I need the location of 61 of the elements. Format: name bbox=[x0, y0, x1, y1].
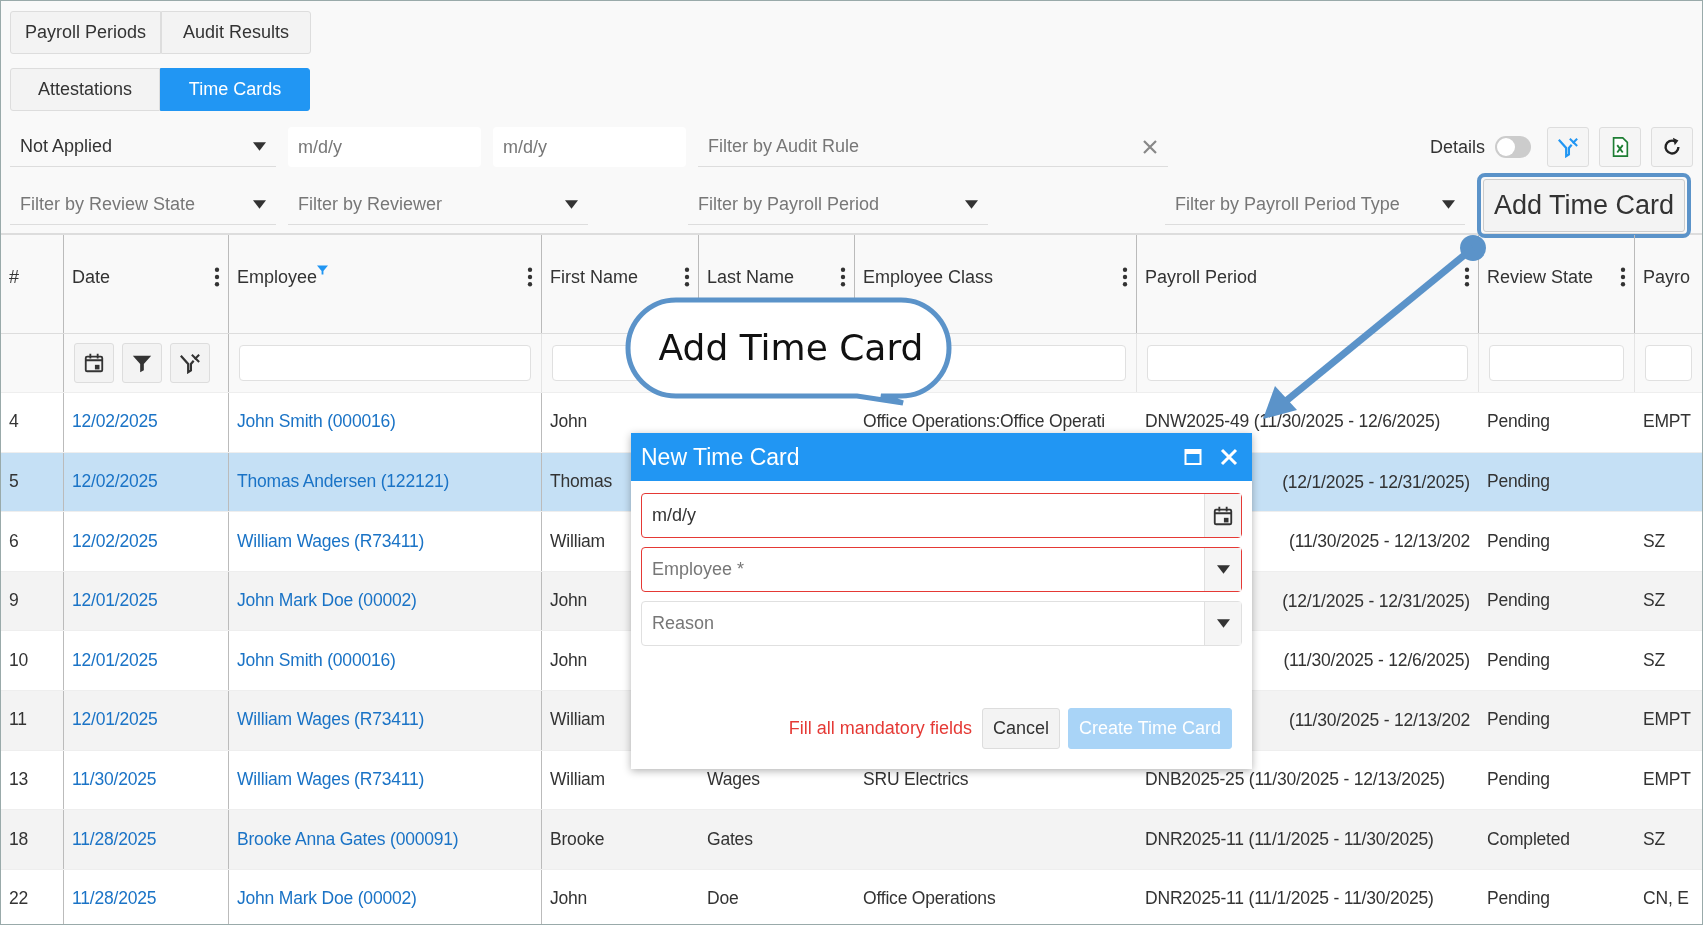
table-cell-text: SZ bbox=[1643, 827, 1665, 851]
table-cell-text: 6 bbox=[9, 529, 19, 553]
table-cell-text: Completed bbox=[1487, 827, 1570, 851]
validation-message: Fill all mandatory fields bbox=[788, 718, 972, 739]
table-cell-text: John bbox=[550, 410, 588, 434]
table-cell: Thomas bbox=[550, 470, 612, 494]
column-label: Payro bbox=[1643, 266, 1691, 288]
table-cell: Office Operations bbox=[863, 887, 996, 911]
table-cell: William bbox=[550, 768, 605, 792]
table-cell-text: SZ bbox=[1643, 648, 1665, 672]
column-label: # bbox=[9, 266, 19, 288]
table-cell: Doe bbox=[707, 887, 739, 911]
table-cell-text: Brooke bbox=[550, 827, 605, 851]
table-cell: DNR2025-11 (11/1/2025 - 11/30/2025) bbox=[1145, 887, 1434, 911]
column-label: Last Name bbox=[707, 266, 795, 288]
table-cell: 13 bbox=[9, 768, 29, 792]
column-label: Date bbox=[72, 266, 111, 288]
table-cell-text: Pending bbox=[1487, 708, 1550, 732]
table-cell-text: 11 bbox=[9, 708, 27, 732]
table-cell: Pending bbox=[1487, 589, 1550, 613]
table-cell: (12/1/2025 - 12/31/2025) bbox=[1282, 471, 1470, 492]
column-label: First Name bbox=[550, 266, 638, 288]
table-cell: (11/30/2025 - 12/13/202 bbox=[1289, 531, 1470, 552]
table-cell-text: 10 bbox=[9, 648, 29, 672]
table-cell: SZ bbox=[1643, 589, 1665, 613]
table-cell-text: William bbox=[550, 529, 605, 553]
column-label: Payroll Period bbox=[1145, 266, 1258, 288]
table-cell: 5 bbox=[9, 470, 19, 494]
table-cell-text: Pending bbox=[1487, 410, 1550, 434]
table-cell: (12/1/2025 - 12/31/2025) bbox=[1282, 590, 1470, 611]
table-cell-text: Pending bbox=[1487, 648, 1550, 672]
table-cell-text: 4 bbox=[9, 410, 19, 434]
table-cell-text: Office Operations:Office Operati bbox=[863, 410, 1105, 434]
table-cell-text: John bbox=[550, 648, 588, 672]
table-cell-text: DNR2025-11 (11/1/2025 - 11/30/2025) bbox=[1145, 827, 1434, 851]
table-cell: Pending bbox=[1487, 768, 1550, 792]
table-cell-text: William bbox=[550, 708, 605, 732]
table-cell-text: SZ bbox=[1643, 529, 1665, 553]
table-cell: EMPT bbox=[1643, 768, 1691, 792]
column-label: Employee bbox=[237, 266, 318, 288]
table-cell: Pending bbox=[1487, 470, 1550, 494]
table-cell: Pending bbox=[1487, 887, 1550, 911]
table-cell: Wages bbox=[707, 768, 760, 792]
details-label: Details bbox=[1429, 136, 1485, 158]
table-cell-text: DNW2025-49 (11/30/2025 - 12/6/2025) bbox=[1145, 410, 1441, 434]
table-cell: 22 bbox=[9, 887, 29, 911]
table-cell-text: Pending bbox=[1487, 529, 1550, 553]
table-cell: 9 bbox=[9, 589, 19, 613]
table-cell: DNB2025-25 (11/30/2025 - 12/13/2025) bbox=[1145, 768, 1445, 792]
table-cell: (11/30/2025 - 12/13/202 bbox=[1289, 709, 1470, 730]
table-cell: John bbox=[550, 589, 588, 613]
table-cell: CN, E bbox=[1643, 887, 1689, 911]
table-cell: John bbox=[550, 887, 588, 911]
column-label: Employee Class bbox=[863, 266, 994, 288]
table-cell: (11/30/2025 - 12/6/2025) bbox=[1283, 650, 1470, 671]
table-cell-text: EMPT bbox=[1643, 708, 1691, 732]
column-label: Review State bbox=[1487, 266, 1594, 288]
table-cell: SRU Electrics bbox=[863, 768, 969, 792]
table-cell-text: EMPT bbox=[1643, 410, 1691, 434]
table-cell-text: Gates bbox=[707, 827, 753, 851]
table-cell-text: 18 bbox=[9, 827, 29, 851]
